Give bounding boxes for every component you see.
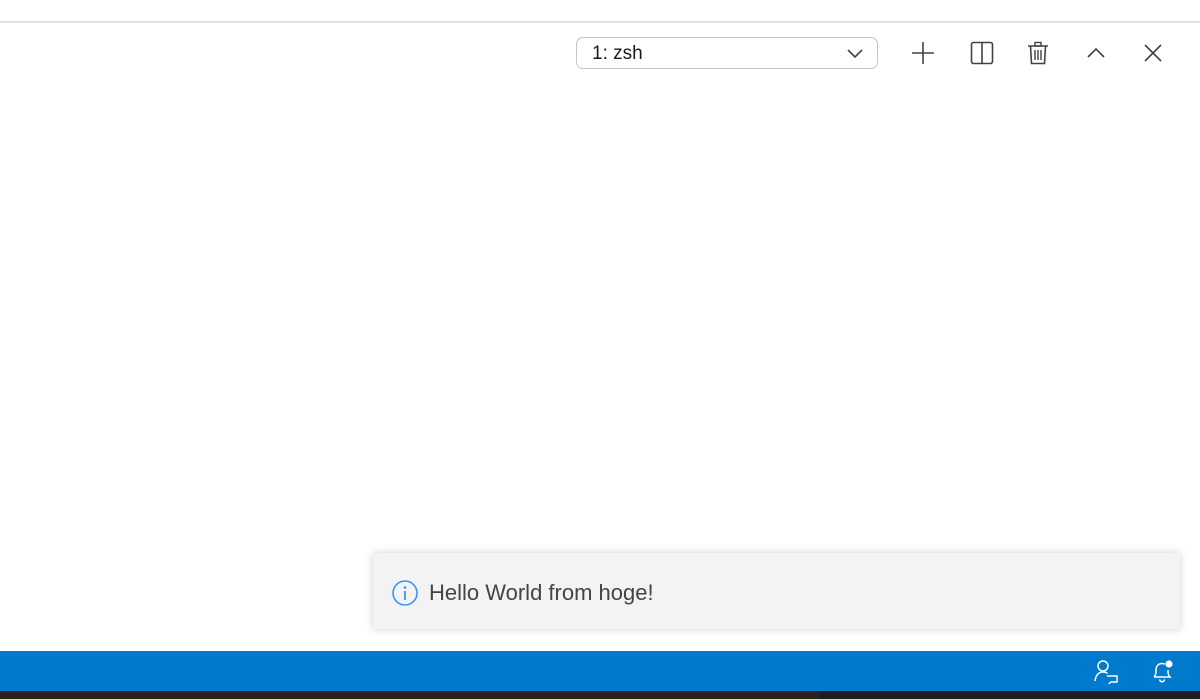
vscode-window: 1: zsh Hello World from hoge!	[0, 0, 1200, 699]
feedback-button[interactable]	[1092, 657, 1120, 685]
new-terminal-button[interactable]	[909, 39, 937, 67]
notification-toast[interactable]: Hello World from hoge!	[373, 553, 1180, 629]
split-icon	[970, 41, 994, 65]
window-bottom-edge	[0, 691, 1200, 699]
maximize-panel-button[interactable]	[1082, 39, 1110, 67]
split-terminal-button[interactable]	[968, 39, 996, 67]
terminal-select-dropdown[interactable]: 1: zsh	[576, 37, 878, 69]
plus-icon	[912, 42, 934, 64]
notification-message: Hello World from hoge!	[429, 580, 654, 605]
background-window-edge	[0, 691, 820, 699]
kill-terminal-button[interactable]	[1024, 39, 1052, 67]
terminal-toolbar: 1: zsh	[0, 23, 1200, 87]
chevron-down-icon	[847, 49, 863, 59]
notifications-button[interactable]	[1148, 657, 1176, 685]
close-icon	[1144, 44, 1162, 62]
close-panel-button[interactable]	[1139, 39, 1167, 67]
info-icon	[392, 580, 418, 606]
chevron-up-icon	[1087, 47, 1105, 58]
status-bar	[0, 651, 1200, 691]
trash-icon	[1028, 41, 1048, 65]
terminal-select-value: 1: zsh	[592, 43, 643, 64]
notification-bell-icon	[1153, 660, 1173, 683]
feedback-icon	[1094, 660, 1118, 684]
